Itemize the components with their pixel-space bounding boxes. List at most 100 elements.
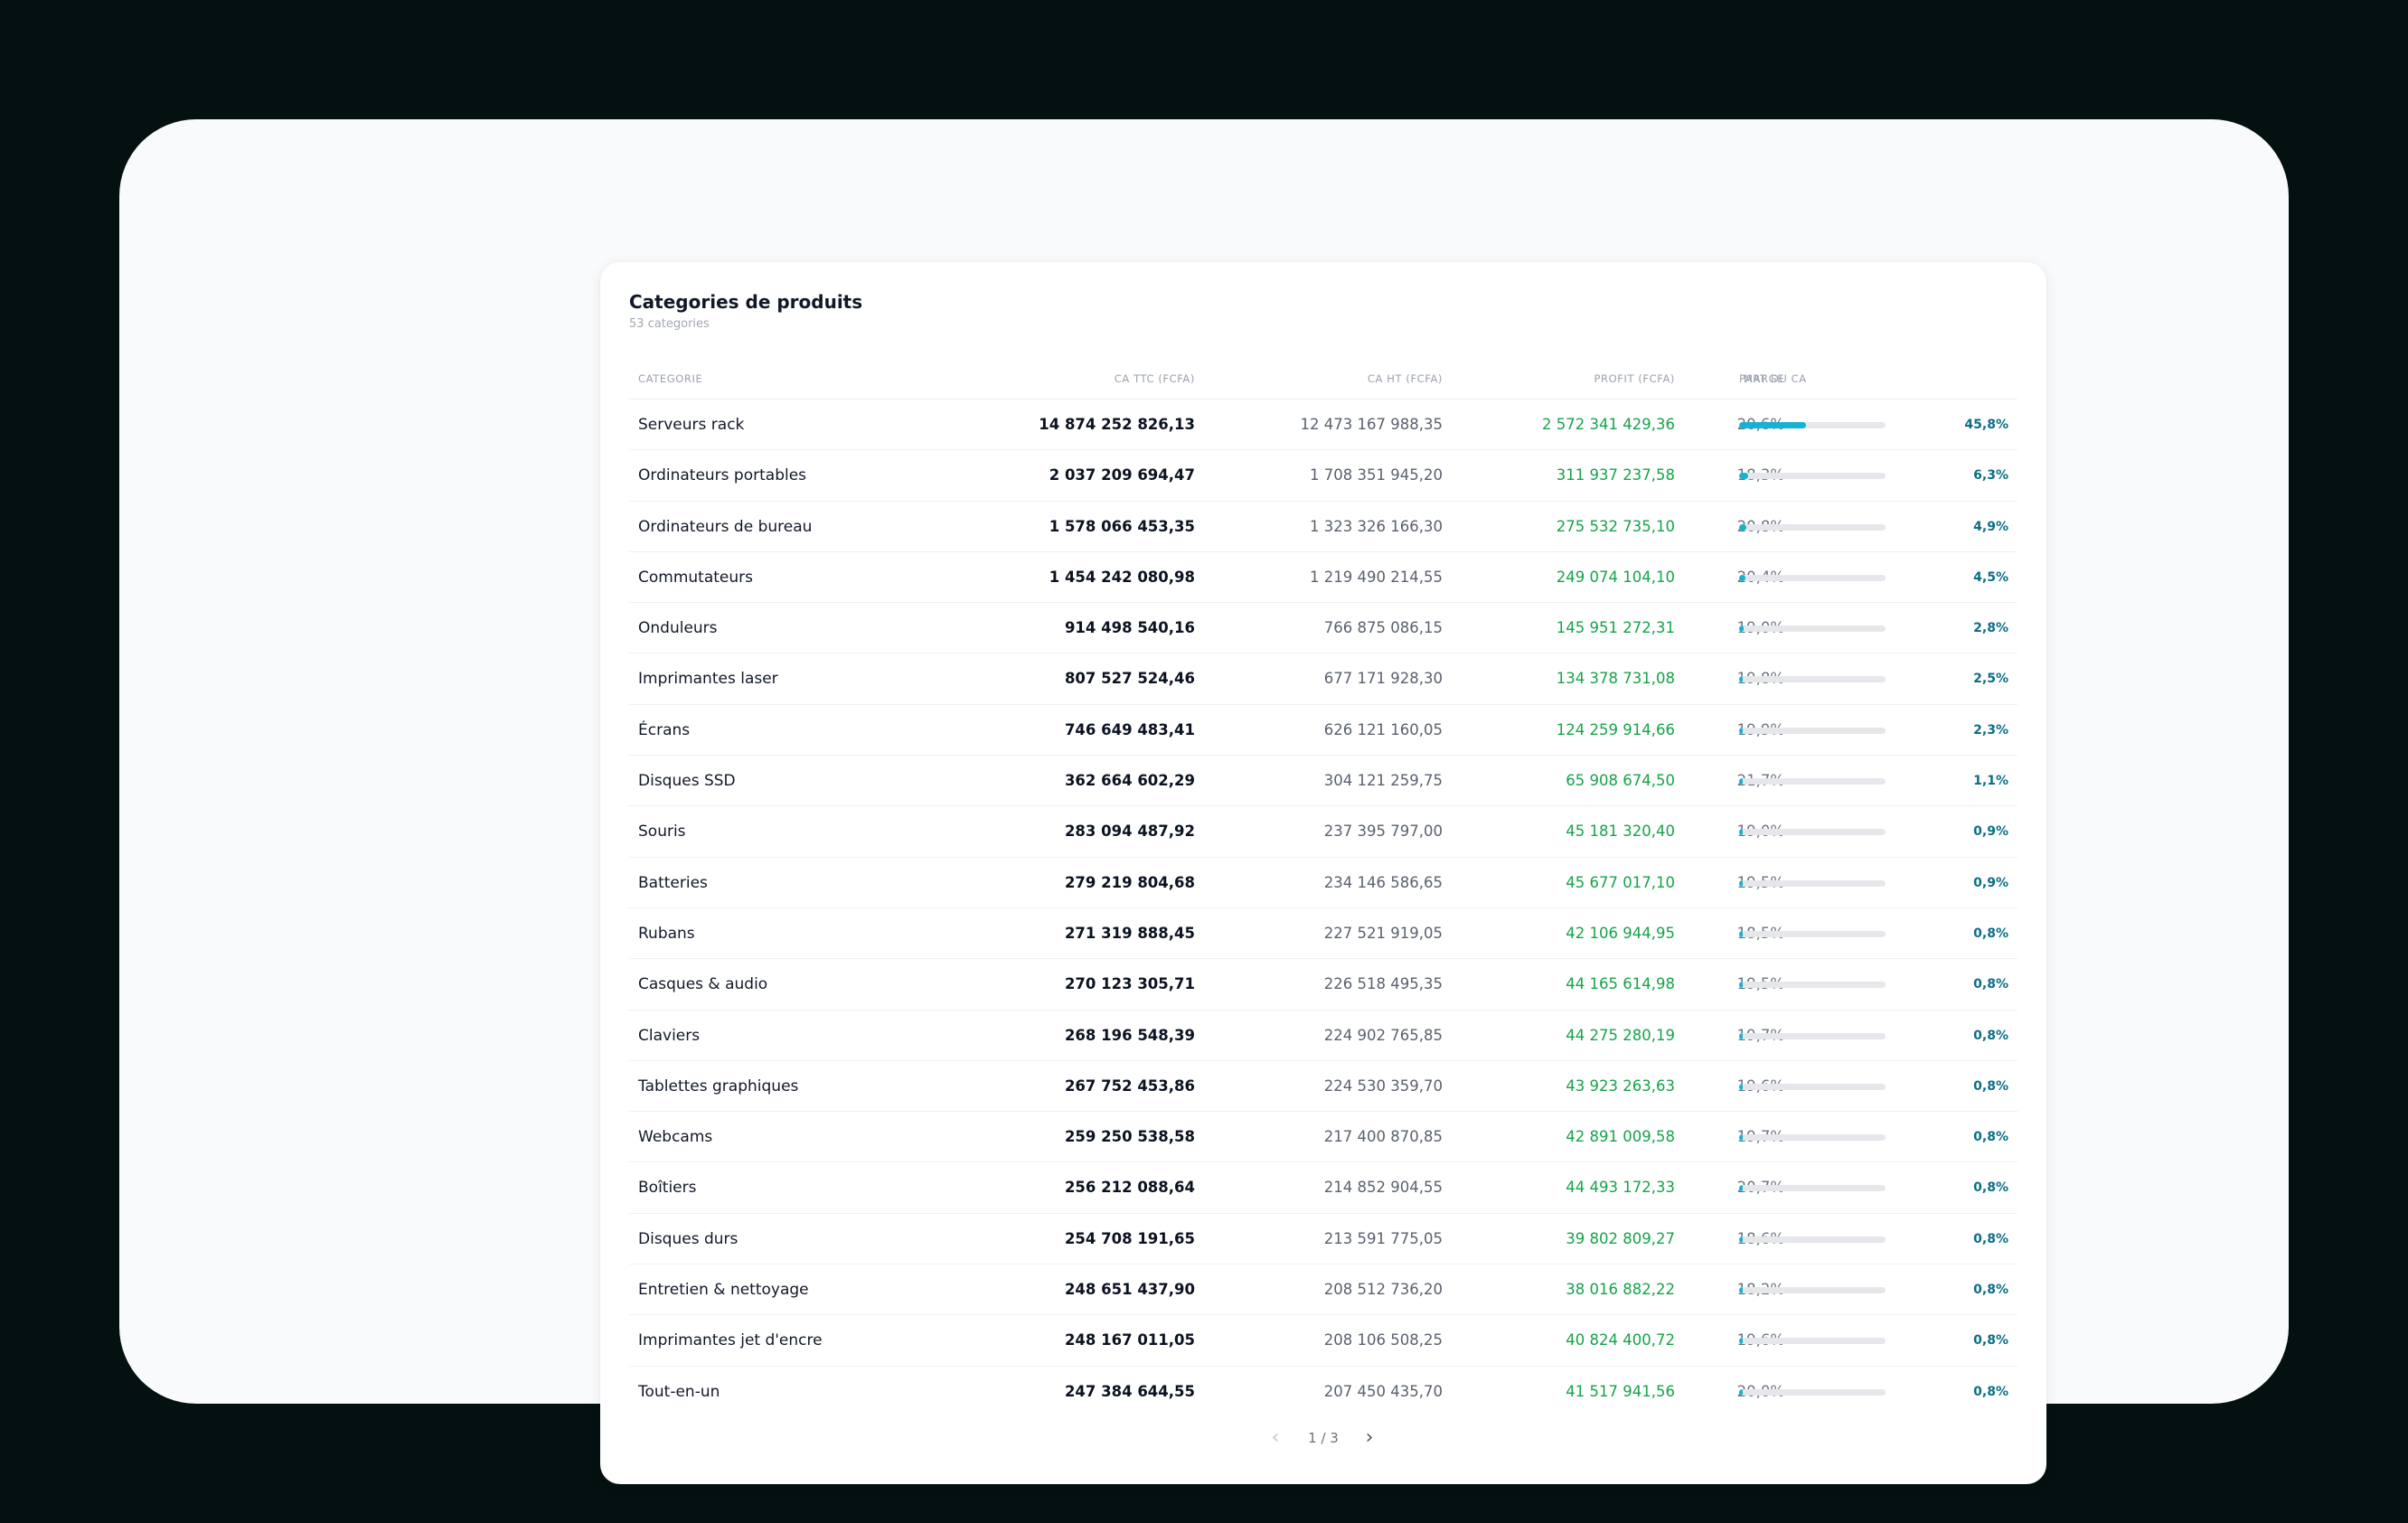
table-row[interactable]: Casques & audio 270 123 305,71 226 518 495…	[629, 959, 2018, 1011]
part-bar-track	[1739, 829, 1886, 836]
profit-value: 42 891 009,58	[1566, 1128, 1675, 1146]
ca-ht-value: 304 121 259,75	[1323, 772, 1443, 790]
part-bar-fill	[1739, 1032, 1744, 1039]
part-bar-fill	[1739, 1338, 1744, 1345]
category-name: Disques durs	[638, 1229, 738, 1248]
ca-ttc-value: 807 527 524,46	[1064, 670, 1195, 688]
card-subtitle: 53 categories	[629, 317, 710, 331]
part-bar-track	[1739, 1032, 1886, 1039]
part-bar-track	[1739, 676, 1886, 683]
ca-ttc-value: 283 094 487,92	[1064, 823, 1195, 841]
table-row[interactable]: Écrans 746 649 483,41 626 121 160,05 124 25…	[629, 705, 2018, 757]
profit-value: 145 951 272,31	[1556, 619, 1675, 637]
ca-ht-value: 234 146 586,65	[1323, 873, 1443, 891]
part-bar-track	[1739, 473, 1886, 480]
profit-value: 45 677 017,10	[1566, 873, 1675, 891]
ca-ttc-value: 248 651 437,90	[1064, 1281, 1195, 1299]
part-bar-track	[1739, 574, 1886, 581]
table-row[interactable]: Disques durs 254 708 191,65 213 591 775,05…	[629, 1214, 2018, 1265]
part-bar-fill	[1739, 879, 1744, 887]
part-bar-fill	[1739, 1134, 1744, 1142]
table-row[interactable]: Boîtiers 256 212 088,64 214 852 904,55 44 4…	[629, 1162, 2018, 1214]
part-bar-fill	[1739, 1236, 1744, 1243]
ca-ttc-value: 247 384 644,55	[1064, 1382, 1195, 1400]
part-value: 0,8%	[1973, 1078, 2008, 1094]
category-name: Rubans	[638, 924, 695, 943]
part-bar-fill	[1739, 676, 1744, 683]
table-row[interactable]: Entretien & nettoyage 248 651 437,90 208 5…	[629, 1264, 2018, 1316]
table-row[interactable]: Serveurs rack 14 874 252 826,13 12 473 167…	[629, 400, 2018, 451]
ca-ht-value: 207 450 435,70	[1323, 1382, 1443, 1400]
part-value: 0,8%	[1973, 1384, 2008, 1399]
ca-ht-value: 1 219 490 214,55	[1310, 568, 1443, 586]
profit-value: 38 016 882,22	[1566, 1281, 1675, 1299]
part-bar-fill	[1739, 422, 1807, 428]
table-row[interactable]: Ordinateurs portables 2 037 209 694,47 1 7…	[629, 450, 2018, 502]
part-bar-fill	[1739, 523, 1746, 531]
ca-ttc-value: 1 578 066 453,35	[1049, 517, 1195, 535]
table-row[interactable]: Webcams 259 250 538,58 217 400 870,85 42 89…	[629, 1112, 2018, 1163]
ca-ht-value: 626 121 160,05	[1323, 720, 1443, 738]
profit-value: 39 802 809,27	[1566, 1229, 1675, 1247]
table-row[interactable]: Tablettes graphiques 267 752 453,86 224 53…	[629, 1061, 2018, 1113]
profit-value: 41 517 941,56	[1566, 1382, 1675, 1400]
column-header-ca-ht[interactable]: CA HT (FCFA)	[1368, 362, 1443, 400]
ca-ttc-value: 268 196 548,39	[1064, 1026, 1195, 1044]
table-row[interactable]: Rubans 271 319 888,45 227 521 919,05 42 106…	[629, 908, 2018, 960]
table-row[interactable]: Imprimantes laser 807 527 524,46 677 171 9…	[629, 653, 2018, 705]
part-value: 2,8%	[1973, 621, 2008, 636]
part-value: 2,3%	[1973, 722, 2008, 738]
profit-value: 40 824 400,72	[1566, 1331, 1675, 1349]
part-bar-fill	[1739, 1083, 1744, 1090]
table-row[interactable]: Imprimantes jet d'encre 248 167 011,05 208…	[629, 1315, 2018, 1367]
category-name: Disques SSD	[638, 772, 736, 791]
part-value: 0,8%	[1973, 926, 2008, 941]
table-body: Serveurs rack 14 874 252 826,13 12 473 167…	[629, 400, 2018, 1417]
column-header-categorie[interactable]: CATEGORIE	[638, 362, 702, 400]
part-value: 2,5%	[1973, 672, 2008, 687]
ca-ttc-value: 279 219 804,68	[1064, 873, 1195, 891]
profit-value: 44 275 280,19	[1566, 1026, 1675, 1044]
part-bar-fill	[1739, 1185, 1744, 1192]
profit-value: 275 532 735,10	[1556, 517, 1675, 535]
table-row[interactable]: Onduleurs 914 498 540,16 766 875 086,15 145…	[629, 603, 2018, 654]
column-header-part[interactable]: PART DU CA	[1739, 362, 1807, 400]
category-name: Tablettes graphiques	[638, 1076, 799, 1095]
table-row[interactable]: Souris 283 094 487,92 237 395 797,00 45 181…	[629, 806, 2018, 858]
ca-ttc-value: 270 123 305,71	[1064, 975, 1195, 993]
chevron-left-icon[interactable]: ‹	[1262, 1424, 1289, 1452]
part-bar-fill	[1739, 574, 1746, 581]
profit-value: 44 165 614,98	[1566, 975, 1675, 993]
category-name: Serveurs rack	[638, 416, 745, 434]
page-frame: Categories de produits 53 categories CAT…	[119, 119, 2289, 1484]
part-value: 4,9%	[1973, 519, 2008, 534]
table-row[interactable]: Batteries 279 219 804,68 234 146 586,65 45 …	[629, 858, 2018, 908]
ca-ttc-value: 914 498 540,16	[1064, 619, 1195, 637]
table-row[interactable]: Ordinateurs de bureau 1 578 066 453,35 1 3…	[629, 502, 2018, 552]
ca-ttc-value: 271 319 888,45	[1064, 924, 1195, 942]
part-bar-track	[1739, 1388, 1886, 1396]
part-bar-fill	[1739, 1287, 1744, 1294]
part-bar-track	[1739, 930, 1886, 937]
part-bar-fill	[1739, 1388, 1744, 1396]
column-header-ca-ttc[interactable]: CA TTC (FCFA)	[1115, 362, 1195, 400]
part-bar-track	[1739, 982, 1886, 989]
card-title: Categories de produits	[629, 291, 863, 313]
ca-ttc-value: 1 454 242 080,98	[1049, 568, 1195, 586]
part-bar-fill	[1739, 829, 1744, 836]
category-name: Onduleurs	[638, 619, 718, 638]
profit-value: 43 923 263,63	[1566, 1076, 1675, 1095]
table-row[interactable]: Claviers 268 196 548,39 224 902 765,85 44 2…	[629, 1011, 2018, 1061]
ca-ht-value: 766 875 086,15	[1323, 619, 1443, 637]
profit-value: 45 181 320,40	[1566, 823, 1675, 841]
table-row[interactable]: Commutateurs 1 454 242 080,98 1 219 490 21…	[629, 552, 2018, 604]
category-name: Batteries	[638, 873, 708, 892]
table-row[interactable]: Disques SSD 362 664 602,29 304 121 259,75 6…	[629, 756, 2018, 807]
ca-ht-value: 224 530 359,70	[1323, 1076, 1443, 1095]
profit-value: 2 572 341 429,36	[1542, 416, 1675, 433]
profit-value: 311 937 237,58	[1556, 466, 1675, 484]
table-row[interactable]: Tout-en-un 247 384 644,55 207 450 435,70 41…	[629, 1367, 2018, 1417]
part-bar-track	[1739, 625, 1886, 633]
column-header-profit[interactable]: PROFIT (FCFA)	[1594, 362, 1675, 400]
chevron-right-icon[interactable]: ›	[1356, 1424, 1383, 1452]
